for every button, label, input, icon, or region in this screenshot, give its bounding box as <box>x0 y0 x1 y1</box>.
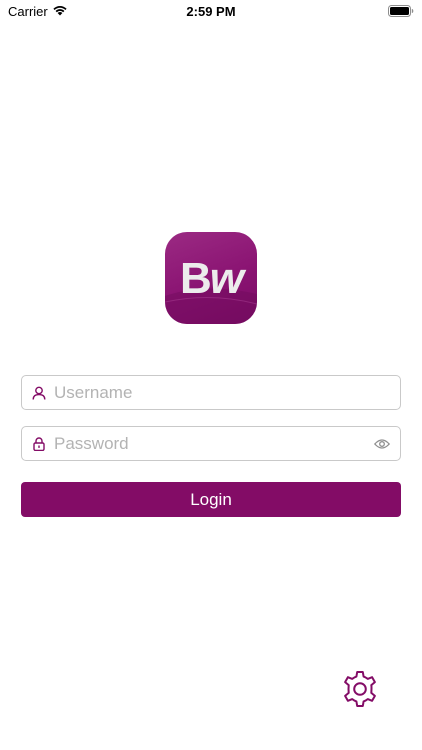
username-field[interactable] <box>21 375 401 410</box>
logo-letter-w: w <box>209 254 244 303</box>
username-input[interactable] <box>54 376 374 409</box>
login-button[interactable]: Login <box>21 482 401 517</box>
gear-icon[interactable] <box>340 669 380 709</box>
user-icon <box>32 386 46 400</box>
logo-letter-b: B <box>179 254 212 303</box>
lock-icon <box>33 437 45 451</box>
battery-icon <box>388 5 414 17</box>
app-logo: Bw <box>165 232 257 324</box>
status-time: 2:59 PM <box>186 4 236 19</box>
password-input[interactable] <box>54 427 374 460</box>
password-field[interactable] <box>21 426 401 461</box>
status-bar: Carrier 2:59 PM <box>0 0 422 24</box>
eye-icon[interactable] <box>374 437 390 451</box>
logo-text: Bw <box>165 254 257 304</box>
